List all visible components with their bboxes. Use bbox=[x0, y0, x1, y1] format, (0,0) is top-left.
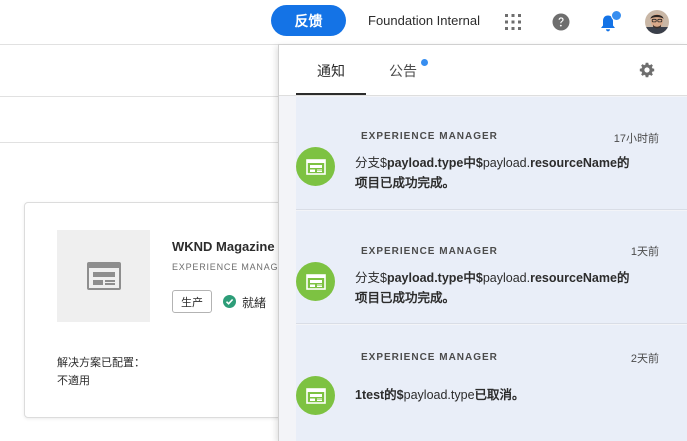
help-icon[interactable] bbox=[552, 13, 570, 31]
notification-app-icon bbox=[296, 147, 335, 186]
org-switcher[interactable]: Foundation Internal bbox=[368, 13, 480, 28]
program-title: WKND Magazine bbox=[172, 239, 275, 254]
config-value: 不適用 bbox=[57, 375, 90, 387]
program-subtitle: EXPERIENCE MANAGER bbox=[172, 262, 293, 272]
announcement-badge bbox=[421, 59, 428, 66]
unread-badge bbox=[611, 10, 622, 21]
tab-announcements[interactable]: 公告 bbox=[389, 61, 417, 81]
gear-icon[interactable] bbox=[638, 61, 656, 79]
notification-item[interactable]: EXPERIENCE MANAGER 2天前 1test的$payload.ty… bbox=[296, 325, 687, 441]
active-tab-indicator bbox=[296, 93, 366, 95]
top-bar: 反馈 Foundation Internal bbox=[0, 0, 687, 45]
tab-notifications[interactable]: 通知 bbox=[317, 61, 345, 81]
web-page-icon bbox=[86, 262, 121, 290]
notification-source: EXPERIENCE MANAGER bbox=[361, 246, 498, 257]
user-avatar[interactable] bbox=[645, 10, 669, 34]
notification-item[interactable]: EXPERIENCE MANAGER 1天前 分支$payload.type中$… bbox=[296, 211, 687, 324]
notification-message: 分支$payload.type中$payload.resourceName的 项… bbox=[355, 156, 630, 190]
web-page-icon bbox=[305, 387, 326, 404]
feedback-button[interactable]: 反馈 bbox=[271, 5, 346, 36]
program-thumbnail bbox=[57, 230, 150, 322]
apps-grid-icon[interactable] bbox=[504, 13, 522, 31]
notifications-button[interactable] bbox=[598, 10, 624, 34]
notification-time: 2天前 bbox=[630, 353, 659, 365]
status-text: 就緒 bbox=[242, 296, 267, 310]
notification-source: EXPERIENCE MANAGER bbox=[361, 352, 498, 363]
environment-tag: 生产 bbox=[172, 290, 212, 313]
notification-message: 1test的$payload.type已取消。 bbox=[355, 388, 525, 402]
panel-header: 通知 公告 bbox=[279, 45, 687, 96]
notification-source: EXPERIENCE MANAGER bbox=[361, 131, 498, 142]
notifications-panel: 通知 公告 EXPERIENCE MANAGER 17小时前 分支$payloa… bbox=[278, 44, 687, 441]
notification-app-icon bbox=[296, 262, 335, 301]
web-page-icon bbox=[305, 158, 326, 175]
notification-time: 17小时前 bbox=[613, 133, 659, 145]
notification-item[interactable]: EXPERIENCE MANAGER 17小时前 分支$payload.type… bbox=[296, 97, 687, 210]
web-page-icon bbox=[305, 273, 326, 290]
notification-time: 1天前 bbox=[630, 246, 659, 258]
notification-app-icon bbox=[296, 376, 335, 415]
checkmark-circle-icon bbox=[223, 295, 236, 308]
notification-message: 分支$payload.type中$payload.resourceName的 项… bbox=[355, 271, 630, 305]
config-label: 解决方案已配置： bbox=[57, 357, 145, 369]
